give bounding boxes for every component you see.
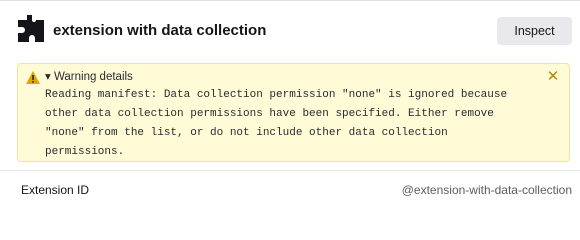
close-icon[interactable]: ✕ xyxy=(545,69,561,85)
extension-title: extension with data collection xyxy=(53,22,267,39)
warning-triangle-icon xyxy=(26,71,40,84)
inspect-button[interactable]: Inspect xyxy=(497,17,572,45)
extension-id-value: @extension-with-data-collection xyxy=(401,183,572,197)
divider xyxy=(0,170,580,171)
extension-card: extension with data collection Inspect ▾… xyxy=(0,0,580,210)
warning-message: Reading manifest: Data collection permis… xyxy=(45,89,508,158)
extension-header: extension with data collection Inspect xyxy=(0,1,580,61)
puzzle-piece-icon xyxy=(18,15,44,42)
extension-id-label: Extension ID xyxy=(21,183,90,197)
warning-details-toggle[interactable]: ▾ Warning details xyxy=(45,70,133,85)
warning-panel: ▾ Warning details ✕ Reading manifest: Da… xyxy=(17,63,570,162)
